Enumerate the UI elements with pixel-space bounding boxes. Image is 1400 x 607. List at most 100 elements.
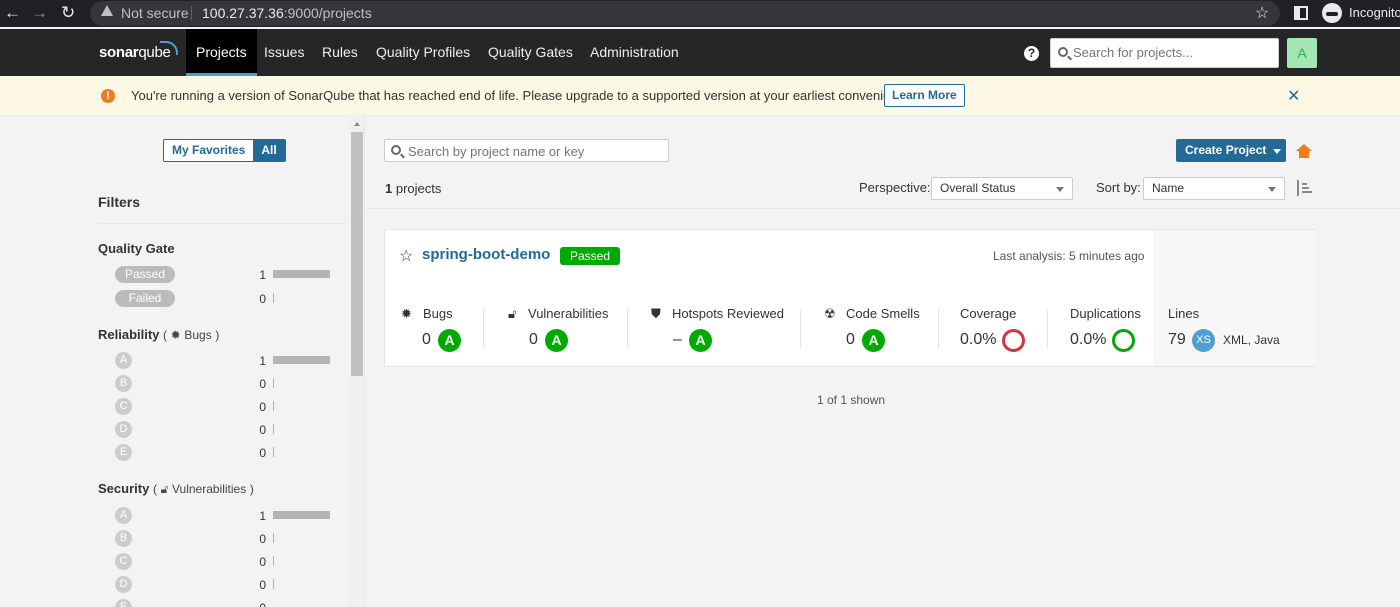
sonarqube-navbar: sonarqube Projects Issues Rules Quality … (0, 29, 1400, 76)
create-project-button[interactable]: Create Project (1176, 139, 1286, 162)
code-smells-label[interactable]: Code Smells (846, 306, 920, 321)
all-button[interactable]: All (253, 140, 285, 161)
divider (366, 208, 1400, 209)
global-search-input[interactable] (1073, 45, 1273, 60)
project-search[interactable] (384, 139, 669, 162)
facet-bar (273, 556, 274, 566)
facet-bar (273, 401, 274, 411)
url-path: :9000/projects (283, 5, 372, 21)
help-icon[interactable]: ? (1024, 46, 1039, 61)
coverage-value[interactable]: 0.0% (960, 331, 996, 349)
bugs-label[interactable]: Bugs (423, 306, 453, 321)
facet-rating-b[interactable]: B (115, 530, 132, 547)
facet-bar (273, 511, 330, 519)
filters-title: Filters (98, 194, 141, 210)
hotspots-value[interactable]: – (673, 331, 682, 349)
nav-administration[interactable]: Administration (580, 29, 689, 76)
coverage-label[interactable]: Coverage (960, 306, 1016, 321)
caret-down-icon (1273, 149, 1281, 154)
close-icon[interactable]: ✕ (1287, 86, 1300, 106)
duplications-value[interactable]: 0.0% (1070, 331, 1106, 349)
facet-bar (273, 356, 330, 364)
global-search[interactable] (1050, 38, 1279, 68)
sortby-value: Name (1152, 181, 1185, 195)
lines-value[interactable]: 79 (1168, 331, 1186, 349)
divider (938, 309, 939, 349)
hotspots-rating[interactable]: A (689, 329, 712, 352)
facet-rating-e[interactable]: E (115, 444, 132, 461)
reliability-facet-title[interactable]: Reliability ( ✹ Bugs ) (98, 327, 219, 342)
facet-rating-a[interactable]: A (115, 507, 132, 524)
facet-rating-c[interactable]: C (115, 398, 132, 415)
forward-arrow-icon[interactable]: → (31, 3, 48, 23)
bookmark-star-icon[interactable]: ☆ (1255, 3, 1269, 23)
security-facet-title[interactable]: Security ( 🔓︎ Vulnerabilities ) (98, 481, 254, 497)
facet-count: 0 (259, 377, 266, 391)
banner-message: You're running a version of SonarQube th… (131, 88, 915, 103)
duplications-donut (1112, 329, 1135, 352)
facet-bar (273, 293, 274, 303)
create-project-label: Create Project (1185, 143, 1267, 157)
code-smell-icon: ☢ (824, 306, 836, 321)
facet-passed[interactable]: Passed (115, 266, 175, 283)
divider (483, 309, 484, 349)
perspective-select[interactable]: Overall Status (931, 177, 1073, 200)
lines-label: Lines (1168, 306, 1200, 321)
project-count: 1 projects (385, 181, 442, 196)
side-panel-icon[interactable] (1294, 6, 1308, 20)
facet-bar (273, 378, 274, 388)
bug-icon: ✹ (170, 328, 181, 342)
facet-rating-d[interactable]: D (115, 421, 132, 438)
bug-icon: ✹ (401, 306, 412, 321)
bugs-value[interactable]: 0 (422, 331, 431, 349)
home-icon[interactable] (1296, 144, 1312, 158)
facet-rating-b[interactable]: B (115, 375, 132, 392)
address-url[interactable]: 100.27.37.36:9000/projects (202, 5, 372, 21)
nav-quality-profiles[interactable]: Quality Profiles (366, 29, 480, 76)
scrollbar-thumb[interactable] (351, 132, 363, 376)
facet-count: 0 (259, 578, 266, 592)
vulnerabilities-rating[interactable]: A (545, 329, 568, 352)
project-search-input[interactable] (408, 144, 663, 159)
user-avatar[interactable]: A (1287, 38, 1317, 68)
facet-failed[interactable]: Failed (115, 290, 175, 307)
back-arrow-icon[interactable]: ← (4, 3, 21, 23)
nav-rules[interactable]: Rules (312, 29, 368, 76)
favorite-star-icon[interactable]: ☆ (399, 246, 413, 266)
nav-quality-gates[interactable]: Quality Gates (478, 29, 583, 76)
size-badge: XS (1192, 329, 1215, 352)
facet-rating-a[interactable]: A (115, 352, 132, 369)
code-smells-value[interactable]: 0 (846, 331, 855, 349)
nav-projects[interactable]: Projects (186, 29, 257, 76)
shield-icon: ⛊ (651, 306, 661, 321)
facet-bar (273, 424, 274, 434)
my-favorites-button[interactable]: My Favorites (164, 140, 254, 161)
search-icon (391, 145, 401, 155)
lock-icon: 🔓︎ (160, 482, 169, 496)
vulnerabilities-label[interactable]: Vulnerabilities (528, 306, 608, 321)
project-name-link[interactable]: spring-boot-demo (422, 246, 550, 263)
hotspots-label[interactable]: Hotspots Reviewed (672, 306, 784, 321)
divider (98, 223, 345, 224)
learn-more-button[interactable]: Learn More (884, 84, 965, 107)
facet-bar (273, 579, 274, 589)
facet-rating-d[interactable]: D (115, 576, 132, 593)
last-analysis: Last analysis: 5 minutes ago (993, 249, 1145, 263)
coverage-donut (1002, 329, 1025, 352)
vulnerabilities-value[interactable]: 0 (529, 331, 538, 349)
facet-count: 0 (259, 532, 266, 546)
nav-issues[interactable]: Issues (254, 29, 314, 76)
sortby-select[interactable]: Name (1143, 177, 1285, 200)
lock-icon: 🔓︎ (508, 306, 517, 321)
sort-order-icon[interactable] (1297, 180, 1313, 196)
code-smells-rating[interactable]: A (862, 329, 885, 352)
duplications-label[interactable]: Duplications (1070, 306, 1141, 321)
eol-warning-banner: ! You're running a version of SonarQube … (0, 76, 1400, 116)
facet-rating-c[interactable]: C (115, 553, 132, 570)
scroll-up-arrow-icon[interactable] (354, 122, 360, 126)
incognito-label: Incognito (1349, 5, 1400, 20)
reload-icon[interactable]: ↻ (61, 3, 75, 23)
quality-gate-facet-title[interactable]: Quality Gate (98, 241, 175, 256)
url-host: 100.27.37.36 (202, 5, 284, 21)
bugs-rating[interactable]: A (438, 329, 461, 352)
